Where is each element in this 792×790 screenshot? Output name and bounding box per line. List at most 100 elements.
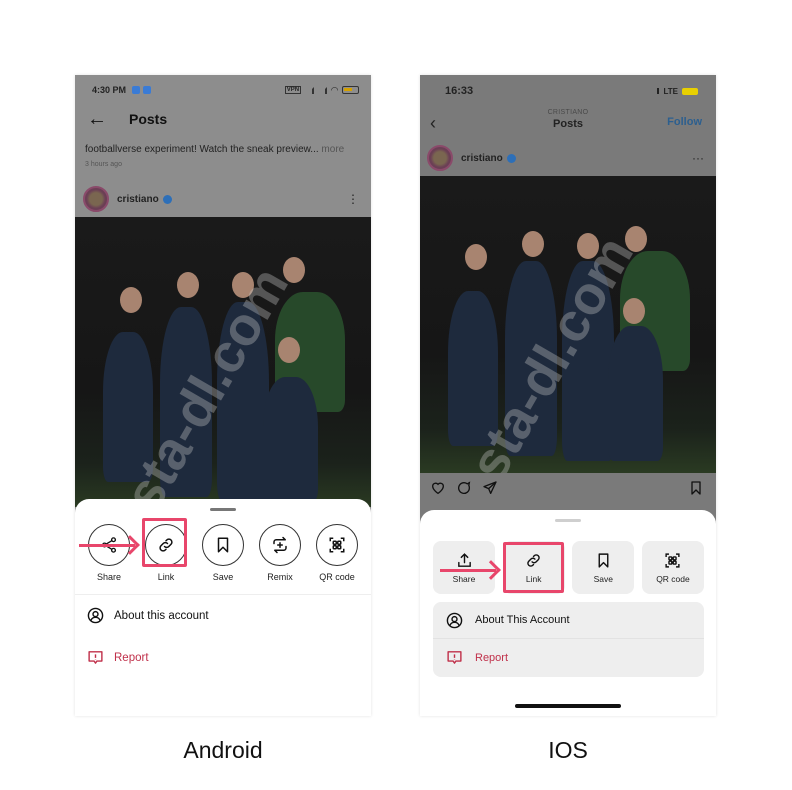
save-button[interactable]: Save: [572, 541, 635, 594]
share-label: Share: [452, 573, 476, 584]
save-label: Save: [212, 572, 234, 582]
signal-icon: [305, 86, 315, 94]
status-bar: 4:30 PM VPN ◠: [92, 83, 359, 97]
app-header: ‹ CRISTIANO Posts Follow: [420, 108, 716, 136]
status-bar: 16:33 LTE: [445, 84, 698, 98]
bookmark-icon[interactable]: [688, 480, 704, 496]
username[interactable]: cristiano: [461, 153, 503, 164]
link-icon: [159, 538, 173, 552]
report-menu-item[interactable]: Report: [433, 639, 704, 676]
about-account-menu-item[interactable]: About This Account: [433, 602, 704, 639]
vpn-icon: VPN: [284, 86, 302, 94]
dimmed-background: 16:33 LTE ‹ CRISTIANO Posts Follow crist…: [420, 75, 716, 525]
back-arrow-icon[interactable]: ←: [87, 108, 117, 131]
qr-code-icon: [329, 537, 345, 553]
notification-icon: [143, 86, 152, 94]
more-link[interactable]: more: [321, 144, 344, 155]
signal-icon: [318, 86, 328, 94]
post-photo: insta-dl.com: [75, 217, 371, 507]
copy-link-button[interactable]: Link: [139, 524, 193, 582]
ios-caption: IOS: [548, 737, 588, 763]
report-label: Report: [114, 651, 149, 664]
verified-badge-icon: [162, 194, 172, 204]
bookmark-icon: [598, 552, 609, 568]
status-time: 4:30 PM: [92, 85, 127, 95]
options-menu: About This Account Report: [433, 602, 704, 677]
about-account-label: About this account: [114, 609, 209, 622]
save-label: Save: [593, 573, 613, 584]
link-label: Link: [157, 572, 175, 582]
send-icon[interactable]: [482, 480, 498, 496]
post-author-row: cristiano ···: [427, 144, 704, 172]
dimmed-background: 4:30 PM VPN ◠ ← Posts footballverse expe…: [75, 75, 371, 515]
ios-phone-screenshot: 16:33 LTE ‹ CRISTIANO Posts Follow crist…: [420, 75, 716, 716]
post-caption: footballverse experiment! Watch the snea…: [85, 144, 361, 155]
photo-figure: [522, 231, 544, 257]
share-label: Share: [96, 572, 122, 582]
user-circle-icon: [446, 612, 463, 628]
link-icon: [527, 553, 540, 567]
caption-text: footballverse experiment! Watch the snea…: [85, 144, 319, 155]
link-label: Link: [525, 573, 542, 584]
page-title: Posts: [129, 111, 168, 127]
photo-figure: [465, 244, 487, 270]
status-time: 16:33: [445, 85, 474, 97]
remix-label: Remix: [267, 572, 293, 582]
battery-icon: [682, 87, 698, 95]
report-icon: [447, 651, 462, 664]
avatar[interactable]: [83, 186, 109, 212]
share-bottom-sheet: Share Link Save QR code About This Accou…: [420, 510, 716, 716]
qr-code-button[interactable]: QR code: [310, 524, 364, 582]
post-actions-row: [430, 480, 704, 496]
pointer-arrow: [79, 544, 135, 547]
signal-icon: [649, 88, 660, 94]
remix-icon: [273, 536, 287, 554]
pointer-arrow: [440, 569, 496, 572]
share-icon: [457, 552, 471, 567]
report-menu-item[interactable]: Report: [87, 649, 149, 666]
copy-link-button[interactable]: Link: [502, 541, 565, 594]
sheet-grabber[interactable]: [210, 508, 236, 511]
photo-figure: [177, 272, 199, 298]
qr-code-icon: [665, 552, 681, 568]
photo-figure: [263, 377, 318, 502]
notification-icon: [132, 86, 141, 94]
verified-badge-icon: [506, 153, 516, 163]
qr-code-button[interactable]: QR code: [641, 541, 704, 594]
username[interactable]: cristiano: [117, 194, 159, 205]
more-options-icon[interactable]: ⋮: [347, 193, 359, 205]
photo-figure: [278, 337, 300, 363]
heart-icon[interactable]: [430, 480, 446, 496]
about-account-label: About This Account: [475, 614, 570, 626]
report-icon: [88, 651, 103, 664]
remix-button[interactable]: Remix: [253, 524, 307, 582]
about-account-menu-item[interactable]: About this account: [87, 607, 209, 624]
photo-figure: [608, 326, 663, 461]
network-type: LTE: [663, 86, 678, 96]
wifi-icon: ◠: [331, 84, 338, 95]
avatar[interactable]: [427, 145, 453, 171]
comment-icon[interactable]: [456, 480, 472, 496]
battery-icon: [342, 86, 359, 94]
qr-code-label: QR code: [319, 572, 355, 582]
header-subtitle: CRISTIANO: [547, 109, 589, 116]
share-actions-row: Share Link Save Remix QR code: [82, 524, 364, 582]
share-bottom-sheet: Share Link Save Remix QR code About this: [75, 499, 371, 716]
post-timestamp: 3 hours ago: [85, 161, 122, 168]
android-phone-screenshot: 4:30 PM VPN ◠ ← Posts footballverse expe…: [75, 75, 371, 716]
follow-button[interactable]: Follow: [667, 116, 702, 128]
post-author-row: cristiano ⋮: [83, 185, 359, 213]
save-button[interactable]: Save: [196, 524, 250, 582]
user-circle-icon: [87, 607, 104, 624]
qr-code-label: QR code: [656, 573, 690, 584]
app-header: ← Posts: [87, 108, 359, 130]
more-options-icon[interactable]: ···: [692, 152, 704, 164]
android-caption: Android: [183, 737, 263, 763]
home-indicator[interactable]: [515, 704, 621, 708]
report-label: Report: [475, 651, 509, 664]
share-actions-row: Share Link Save QR code: [433, 541, 704, 594]
bookmark-icon: [217, 537, 229, 553]
photo-figure: [120, 287, 142, 313]
divider: [75, 594, 371, 595]
sheet-grabber[interactable]: [555, 519, 581, 522]
